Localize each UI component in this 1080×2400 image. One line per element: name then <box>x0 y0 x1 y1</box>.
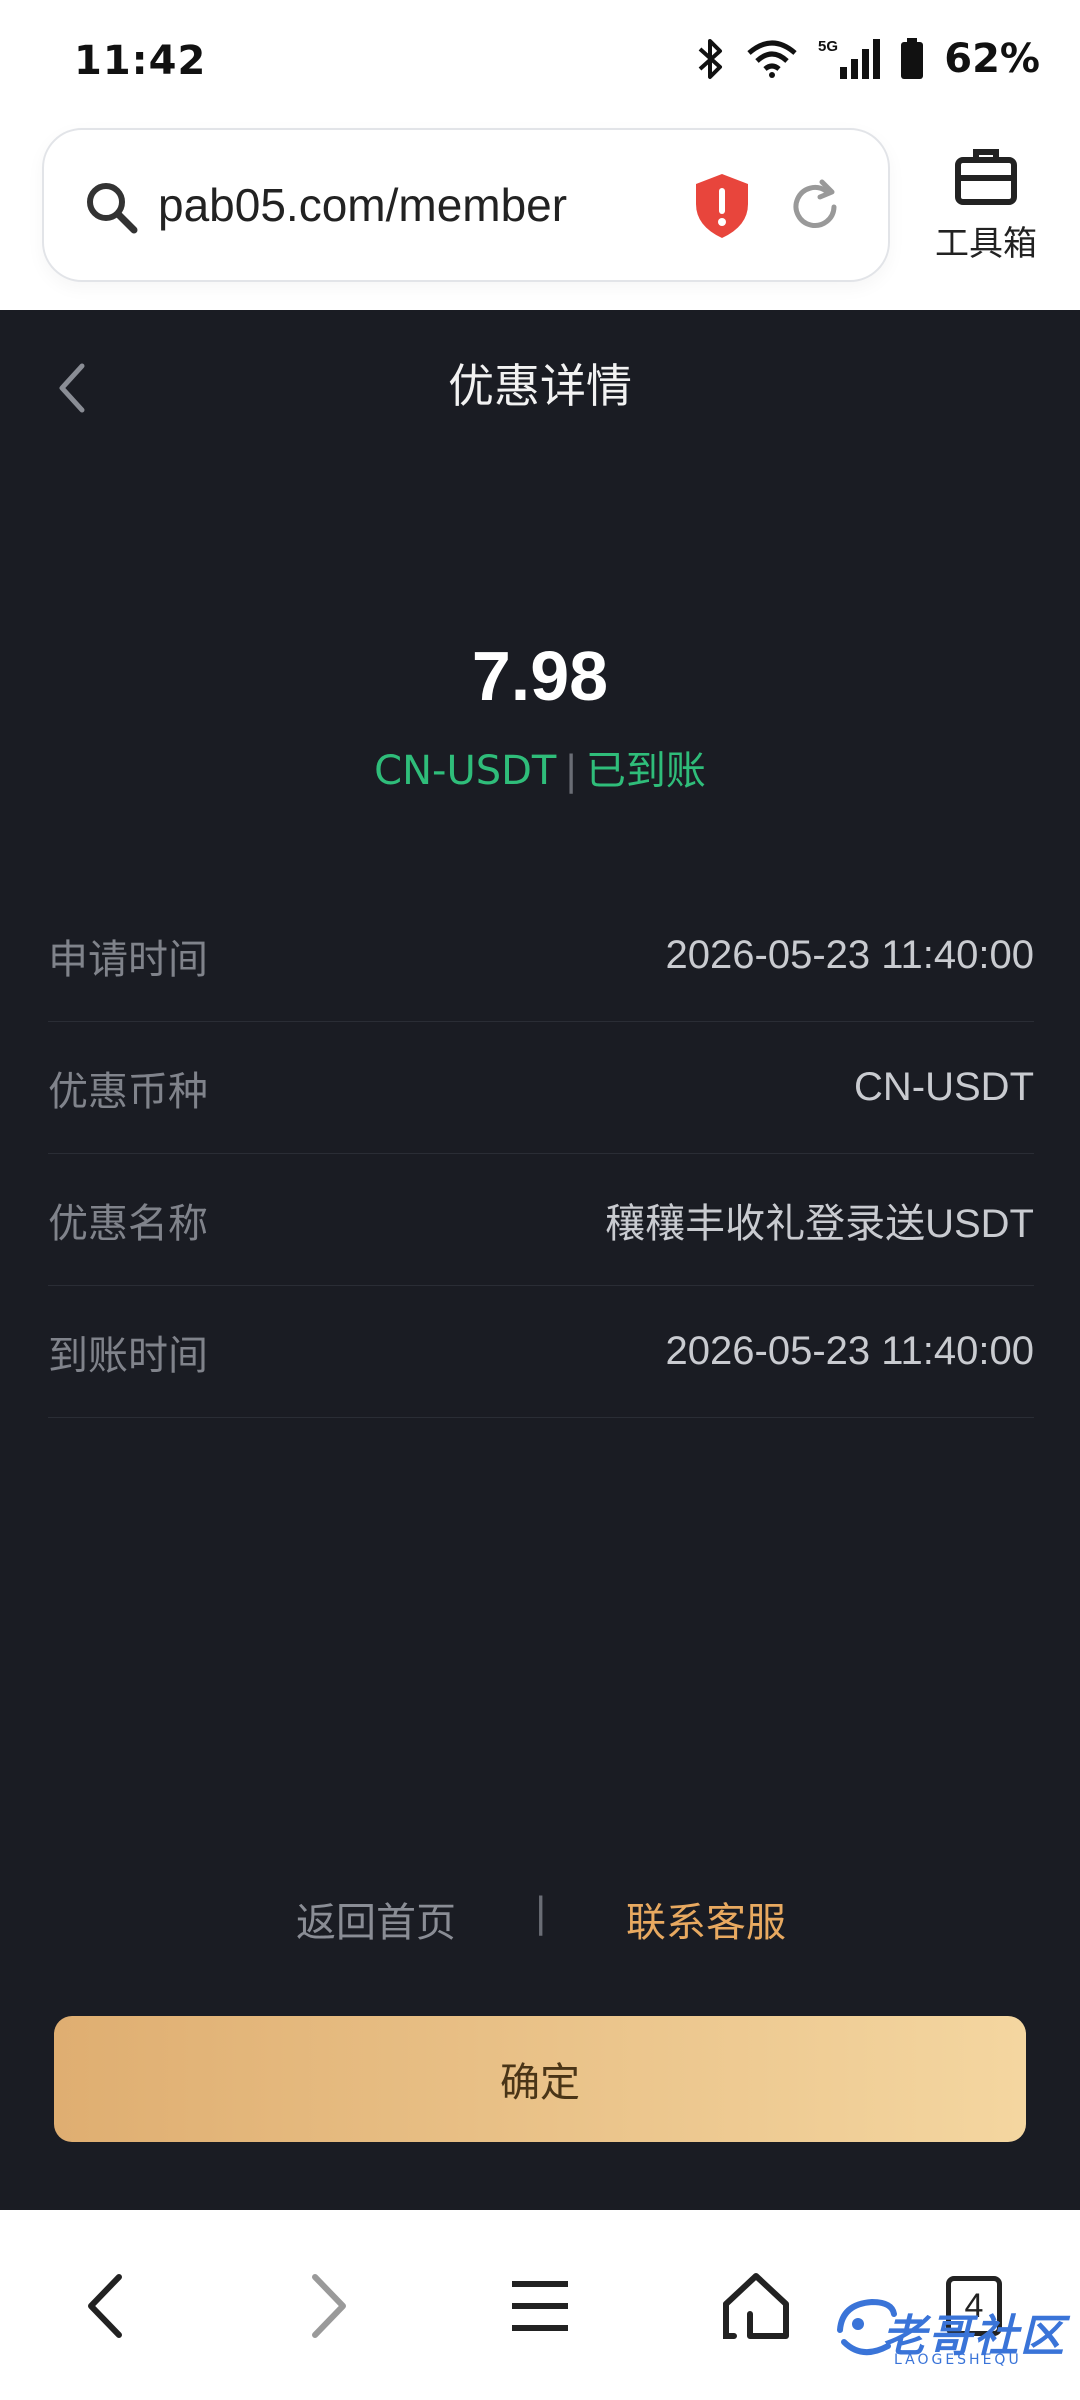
nav-back-button[interactable] <box>66 2266 146 2346</box>
svg-text:5G: 5G <box>818 38 838 55</box>
status-bar: 11:42 5G 62% <box>0 0 1080 120</box>
search-icon <box>87 183 138 234</box>
browser-bottom-nav: 4 老哥社区 LAOGESHEQU <box>0 2210 1080 2400</box>
detail-row-credit-time: 到账时间 2026-05-23 11:40:00 <box>48 1286 1034 1418</box>
detail-row-currency: 优惠币种 CN-USDT <box>48 1022 1034 1154</box>
signal-5g-icon: 5G <box>818 38 881 79</box>
url-text[interactable]: pab05.com/member <box>158 178 567 232</box>
contact-support-link[interactable]: 联系客服 <box>626 1890 786 1948</box>
battery-percent: 62% <box>944 36 1040 82</box>
footer-links: 返回首页 | 联系客服 <box>0 1890 1080 1970</box>
row-label: 申请时间 <box>48 936 208 983</box>
browser-toolbar: pab05.com/member 工具箱 <box>0 120 1080 310</box>
back-to-home-link[interactable]: 返回首页 <box>296 1890 456 1948</box>
wifi-icon <box>747 40 797 78</box>
home-icon <box>723 2273 789 2339</box>
forward-arrow-icon <box>312 2274 346 2338</box>
row-label: 到账时间 <box>48 1332 208 1379</box>
back-arrow-icon <box>88 2274 122 2338</box>
security-warning-icon[interactable] <box>692 172 752 240</box>
nav-home-button[interactable] <box>716 2266 796 2346</box>
menu-icon <box>512 2281 568 2331</box>
status-badge: 已到账 <box>585 748 706 794</box>
detail-row-promo-name: 优惠名称 穰穰丰收礼登录送USDT <box>48 1154 1034 1286</box>
row-value: 2026-05-23 11:40:00 <box>665 1329 1034 1373</box>
status-icons: 5G 62% <box>696 36 1040 82</box>
link-separator: | <box>534 1890 548 1936</box>
row-label: 优惠名称 <box>48 1200 208 1247</box>
amount-subtitle: CN-USDT | 已到账 <box>0 738 1080 796</box>
toolbox-label: 工具箱 <box>935 224 1037 264</box>
nav-forward-button[interactable] <box>288 2266 368 2346</box>
row-value: CN-USDT <box>854 1065 1034 1109</box>
page-title: 优惠详情 <box>448 359 632 413</box>
promo-amount: 7.98 <box>471 637 609 715</box>
row-value: 穰穰丰收礼登录送USDT <box>605 1201 1034 1246</box>
watermark-logo: 老哥社区 LAOGESHEQU <box>832 2294 1068 2374</box>
address-bar[interactable]: pab05.com/member <box>42 128 890 282</box>
toolbox-button[interactable]: 工具箱 <box>920 146 1052 265</box>
detail-row-apply-time: 申请时间 2026-05-23 11:40:00 <box>48 890 1034 1022</box>
subtitle-separator: | <box>564 748 578 794</box>
promo-detail-page: 优惠详情 7.98 CN-USDT | 已到账 申请时间 2026-05-23 11… <box>0 310 1080 2210</box>
row-label: 优惠币种 <box>48 1068 208 1115</box>
nav-menu-button[interactable] <box>500 2266 580 2346</box>
currency-label: CN-USDT <box>374 748 557 794</box>
watermark-subtext: LAOGESHEQU <box>894 2352 1022 2368</box>
confirm-button[interactable]: 确定 <box>54 2016 1026 2142</box>
toolbox-icon <box>955 149 1017 205</box>
status-time: 11:42 <box>74 38 207 84</box>
reload-icon[interactable] <box>786 178 844 236</box>
detail-list: 申请时间 2026-05-23 11:40:00 优惠币种 CN-USDT 优惠… <box>48 890 1034 1418</box>
battery-icon <box>901 38 924 79</box>
row-value: 2026-05-23 11:40:00 <box>665 933 1034 977</box>
bluetooth-icon <box>698 39 723 79</box>
